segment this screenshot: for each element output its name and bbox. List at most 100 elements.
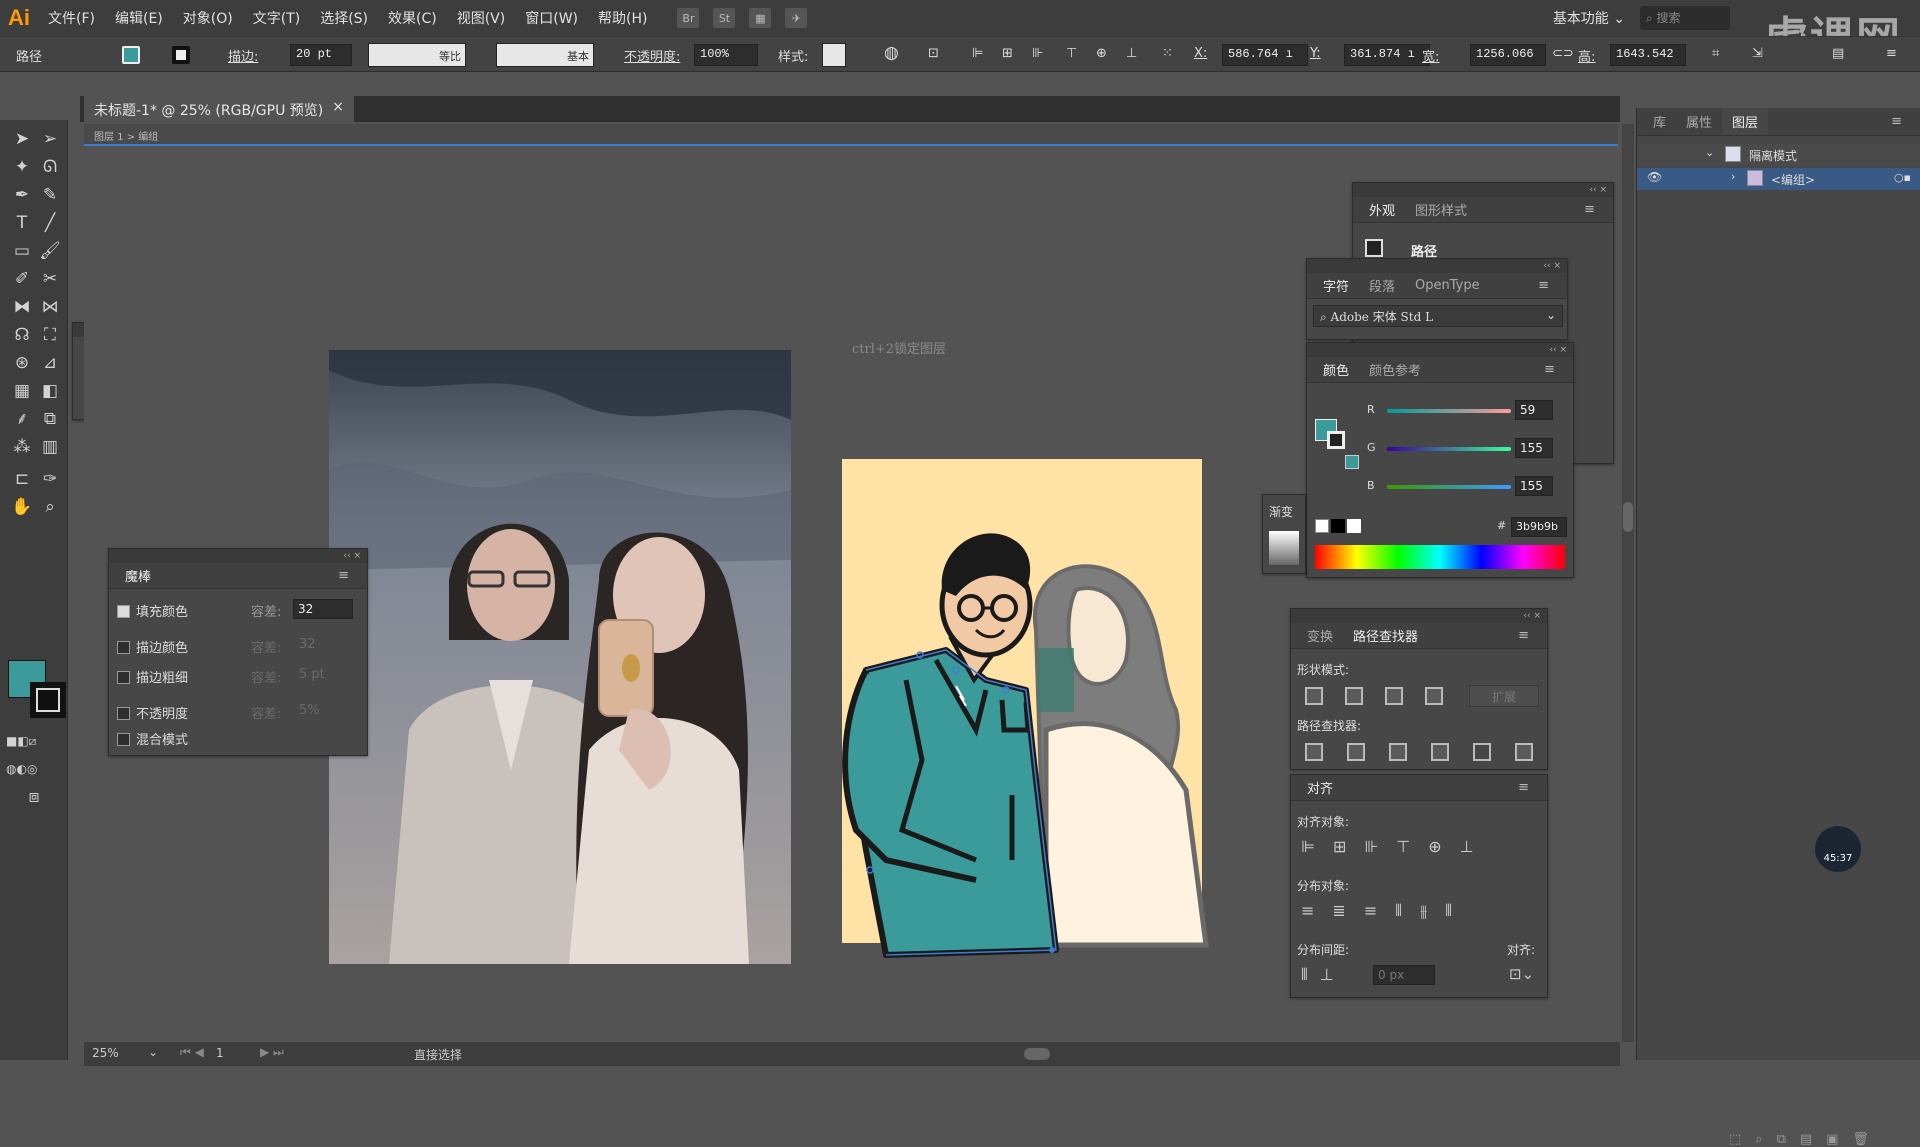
free-transform-tool-icon[interactable]: ⛶ (36, 322, 64, 348)
mesh-tool-icon[interactable]: ▦ (8, 378, 36, 404)
align-right-icon[interactable]: ⊪ (1032, 46, 1043, 61)
screen-mode-icon[interactable]: ⧈ (20, 784, 48, 810)
shaper-tool-icon[interactable]: ✐ (8, 266, 36, 292)
align-left-icon[interactable]: ⊫ (972, 46, 983, 61)
brush-definition[interactable]: 基本 (496, 43, 594, 67)
font-family-field[interactable]: ⌕ Adobe 宋体 Std L ⌄ (1313, 305, 1563, 327)
tab-character[interactable]: 字符 (1313, 276, 1359, 295)
tab-layers[interactable]: 图层 (1722, 108, 1769, 135)
stroke-weight-option[interactable]: 描边粗细 (117, 667, 188, 686)
panel-menu-icon[interactable]: ≡ (328, 568, 359, 583)
target-circle-icon[interactable]: ○▪ (1894, 171, 1911, 184)
curvature-tool-icon[interactable]: ✎ (36, 182, 64, 208)
x-field[interactable]: 586.764 ı (1222, 44, 1308, 66)
outline-icon[interactable] (1473, 743, 1491, 761)
opacity-checkbox[interactable] (117, 707, 130, 720)
white-color-swatch[interactable] (1347, 519, 1361, 533)
x-label[interactable]: X: (1194, 46, 1207, 61)
variable-width-profile[interactable]: 等比 (368, 43, 466, 67)
artboard-number[interactable]: 1 (216, 1046, 224, 1060)
line-tool-icon[interactable]: ╱ (36, 210, 64, 236)
rectangle-tool-icon[interactable]: ▭ (8, 238, 36, 264)
tab-libraries[interactable]: 库 (1643, 112, 1676, 131)
hex-field[interactable]: 3b9b9b (1511, 517, 1567, 537)
search-input[interactable]: ⌕ 搜索 (1640, 6, 1730, 30)
width-tool-icon[interactable]: ⋈ (36, 294, 64, 320)
align-objects-icons[interactable]: ⊫⊞⊪⊤⊕⊥ (1301, 837, 1492, 856)
magic-wand-tool-icon[interactable]: ✦ (8, 154, 36, 180)
direct-selection-tool-icon[interactable]: ➢ (36, 126, 64, 152)
tab-graphic-styles[interactable]: 图形样式 (1405, 200, 1477, 219)
symbol-sprayer-tool-icon[interactable]: ⁂ (8, 434, 36, 460)
zoom-dropdown-icon[interactable]: ⌄ (148, 1045, 158, 1059)
fill-tolerance-field[interactable]: 32 (293, 599, 353, 619)
menu-effect[interactable]: 效果(C) (378, 8, 447, 28)
height-label[interactable]: 高: (1578, 46, 1595, 65)
isolation-mode-row[interactable]: ⌄ 隔离模式 (1637, 144, 1920, 166)
none-color-swatch[interactable] (1315, 519, 1329, 533)
crop-icon[interactable] (1431, 743, 1449, 761)
vertical-scrollbar[interactable] (1622, 124, 1634, 1042)
eyedropper-tool-icon[interactable]: ⸙ (8, 406, 36, 432)
menu-file[interactable]: 文件(F) (38, 8, 105, 28)
tab-align[interactable]: 对齐 (1297, 778, 1343, 797)
align-bottom-icon[interactable]: ⊥ (1126, 46, 1137, 61)
reflect-tool-icon[interactable]: ⧓ (8, 294, 36, 320)
fill-color-checkbox[interactable] (117, 605, 130, 618)
horizontal-scrollbar[interactable] (1024, 1048, 1050, 1060)
tab-color-guide[interactable]: 颜色参考 (1359, 360, 1431, 379)
stroke-color-box[interactable] (30, 682, 66, 718)
perspective-grid-tool-icon[interactable]: ⊿ (36, 350, 64, 376)
appearance-panel-controls[interactable]: ‹‹ × (1353, 183, 1613, 197)
fill-color-option[interactable]: 填充颜色 (117, 601, 188, 620)
menu-select[interactable]: 选择(S) (310, 8, 378, 28)
layers-menu-icon[interactable]: ≡ (1881, 114, 1912, 129)
gradient-tool-icon[interactable]: ◧ (36, 378, 64, 404)
fill-color-swatch[interactable] (122, 46, 140, 64)
isolation-breadcrumb[interactable]: 图层 1 > 编组 (84, 124, 1618, 146)
stroke-weight-checkbox[interactable] (117, 671, 130, 684)
stock-icon[interactable]: St (713, 8, 736, 28)
pathfinder-menu-icon[interactable]: ≡ (1508, 628, 1539, 643)
selection-tool-icon[interactable]: ➤ (8, 126, 36, 152)
visibility-eye-icon[interactable]: 👁 (1647, 170, 1662, 184)
tab-color[interactable]: 颜色 (1313, 360, 1359, 379)
opacity-option[interactable]: 不透明度 (117, 703, 188, 722)
b-slider[interactable] (1387, 485, 1511, 489)
y-field[interactable]: 361.874 ı (1344, 44, 1430, 66)
column-graph-tool-icon[interactable]: ▥ (36, 434, 64, 460)
last-color-swatch[interactable] (1345, 455, 1359, 469)
expand-button[interactable]: 扩展 (1469, 685, 1539, 707)
recolor-artwork-icon[interactable]: ◍ (884, 43, 899, 63)
arrange-documents-icon[interactable]: ▦ (749, 8, 772, 28)
menu-edit[interactable]: 编辑(E) (105, 8, 173, 28)
blend-mode-checkbox[interactable] (117, 733, 130, 746)
exclude-icon[interactable] (1425, 687, 1443, 705)
r-field[interactable]: 59 (1515, 400, 1553, 420)
reference-photo[interactable] (329, 350, 791, 964)
distribute-objects-icons[interactable]: ≡≣≡⫴⫵⫴ (1301, 901, 1470, 921)
magic-wand-panel-controls[interactable]: ‹‹ × (109, 549, 367, 563)
tab-transform[interactable]: 变换 (1297, 626, 1343, 645)
font-dropdown-icon[interactable]: ⌄ (1546, 308, 1556, 322)
collapse-arrow-icon[interactable]: › (1731, 170, 1735, 183)
g-field[interactable]: 155 (1515, 438, 1553, 458)
gpu-rocket-icon[interactable]: ✈ (785, 8, 808, 28)
gradient-swatch[interactable] (1269, 531, 1299, 565)
blend-mode-option[interactable]: 混合模式 (117, 729, 188, 748)
tab-appearance[interactable]: 外观 (1359, 200, 1405, 219)
zoom-tool-icon[interactable]: ⌕ (36, 494, 64, 520)
character-menu-icon[interactable]: ≡ (1528, 278, 1559, 293)
align-center-icon[interactable]: ⊞ (1002, 46, 1013, 61)
slice-tool-icon[interactable]: ✑ (36, 466, 64, 492)
scissors-tool-icon[interactable]: ✂ (36, 266, 64, 292)
document-tab[interactable]: 未标题-1* @ 25% (RGB/GPU 预览) × (84, 96, 354, 122)
blend-tool-icon[interactable]: ⧉ (36, 406, 64, 432)
paintbrush-tool-icon[interactable]: 🖌 (36, 238, 64, 264)
next-artboard-icon[interactable]: ▶ ⏭ (260, 1045, 284, 1060)
workspace-switcher[interactable]: 基本功能 ⌄ (1553, 8, 1625, 28)
height-field[interactable]: 1643.542 (1610, 44, 1686, 66)
control-menu-icon[interactable]: ≡ (1886, 46, 1897, 61)
tab-paragraph[interactable]: 段落 (1359, 276, 1405, 295)
opacity-field[interactable]: 100% (694, 44, 758, 66)
